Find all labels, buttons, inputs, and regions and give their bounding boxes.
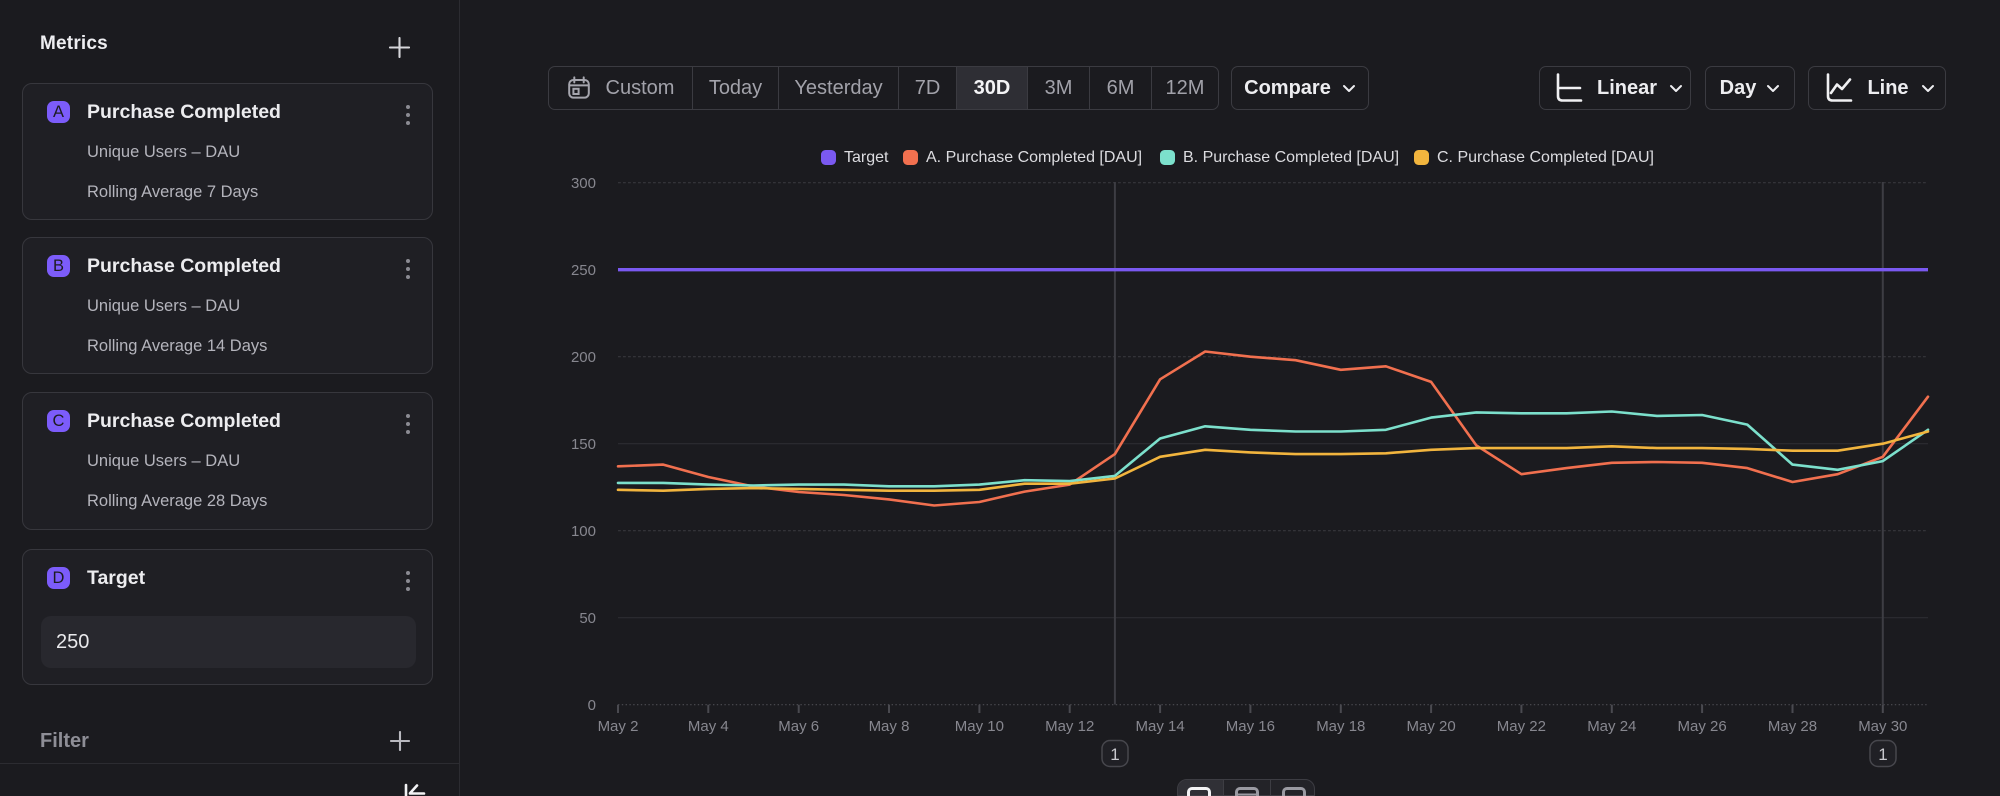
svg-text:1: 1 bbox=[1110, 745, 1119, 764]
svg-text:300: 300 bbox=[571, 175, 596, 192]
svg-text:May 28: May 28 bbox=[1768, 718, 1817, 735]
svg-text:May 10: May 10 bbox=[955, 718, 1004, 735]
svg-text:May 12: May 12 bbox=[1045, 718, 1094, 735]
svg-text:0: 0 bbox=[588, 697, 596, 714]
svg-text:200: 200 bbox=[571, 349, 596, 366]
svg-text:May 14: May 14 bbox=[1135, 718, 1184, 735]
svg-text:May 2: May 2 bbox=[598, 718, 639, 735]
svg-text:150: 150 bbox=[571, 436, 596, 453]
svg-text:May 30: May 30 bbox=[1858, 718, 1907, 735]
svg-text:May 20: May 20 bbox=[1406, 718, 1455, 735]
svg-text:May 24: May 24 bbox=[1587, 718, 1636, 735]
svg-text:100: 100 bbox=[571, 523, 596, 540]
svg-text:May 18: May 18 bbox=[1316, 718, 1365, 735]
svg-text:May 4: May 4 bbox=[688, 718, 729, 735]
svg-text:250: 250 bbox=[571, 262, 596, 279]
svg-text:May 6: May 6 bbox=[778, 718, 819, 735]
svg-text:1: 1 bbox=[1878, 745, 1887, 764]
svg-text:May 8: May 8 bbox=[869, 718, 910, 735]
svg-text:May 26: May 26 bbox=[1677, 718, 1726, 735]
svg-text:May 22: May 22 bbox=[1497, 718, 1546, 735]
svg-text:May 16: May 16 bbox=[1226, 718, 1275, 735]
svg-text:50: 50 bbox=[579, 610, 596, 627]
